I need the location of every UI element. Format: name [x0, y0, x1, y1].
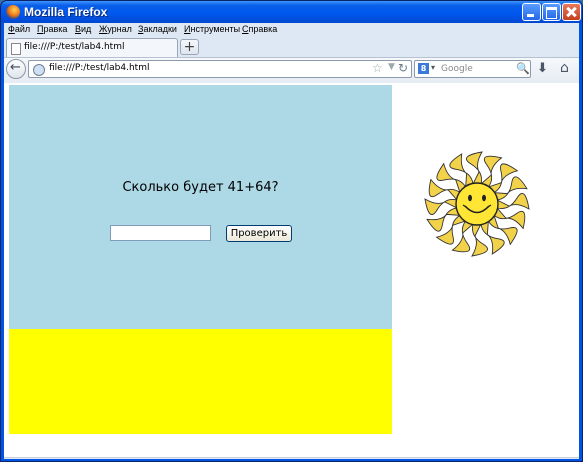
search-bar[interactable]: 8 ▾ Google 🔍 — [414, 60, 531, 78]
browser-window: Mozilla Firefox Файл Правка Вид Журнал З… — [0, 0, 583, 462]
engine-dropdown-icon[interactable]: ▾ — [431, 63, 435, 72]
menu-help[interactable]: Справка — [242, 24, 277, 34]
home-icon[interactable]: ⌂ — [560, 60, 569, 76]
search-icon[interactable]: 🔍 — [516, 62, 530, 75]
menu-edit[interactable]: Правка — [37, 24, 67, 34]
menu-bookmarks[interactable]: Закладки — [138, 24, 177, 34]
minimize-button[interactable] — [522, 3, 541, 21]
search-placeholder: Google — [441, 64, 473, 74]
quiz-panel: Сколько будет 41+64? Проверить — [9, 85, 392, 329]
check-button[interactable]: Проверить — [226, 225, 292, 242]
answer-input[interactable] — [110, 225, 211, 241]
question-text: Сколько будет 41+64? — [122, 180, 279, 195]
maximize-button[interactable] — [542, 3, 561, 21]
menu-file[interactable]: Файл — [8, 24, 30, 34]
menu-tools[interactable]: Инструменты — [184, 24, 240, 34]
title-bar[interactable]: Mozilla Firefox — [1, 1, 582, 23]
google-engine-icon[interactable]: 8 — [418, 63, 429, 74]
yellow-block — [9, 329, 392, 434]
back-button[interactable] — [6, 59, 26, 79]
navigation-bar: file:///P:/test/lab4.html ☆ ▼ ↻ 8 ▾ Goog… — [4, 57, 579, 84]
browser-chrome: Файл Правка Вид Журнал Закладки Инструме… — [4, 23, 579, 459]
firefox-logo-icon — [6, 5, 20, 19]
menu-view[interactable]: Вид — [75, 24, 91, 34]
tab-title: file:///P:/test/lab4.html — [24, 42, 125, 52]
smiling-sun-icon — [424, 151, 530, 257]
globe-icon — [33, 64, 45, 76]
url-bar[interactable]: file:///P:/test/lab4.html ☆ ▼ ↻ — [28, 60, 412, 78]
tab-strip: file:///P:/test/lab4.html + — [4, 37, 579, 57]
page-icon — [11, 43, 21, 55]
page-content: Сколько будет 41+64? Проверить — [4, 83, 579, 458]
downloads-icon[interactable]: ⬇ — [537, 61, 548, 76]
close-button[interactable] — [562, 3, 581, 21]
bookmark-star-icon[interactable]: ☆ — [372, 61, 383, 75]
url-text: file:///P:/test/lab4.html — [49, 63, 150, 73]
reload-icon[interactable]: ↻ — [398, 61, 408, 75]
window-title: Mozilla Firefox — [24, 5, 108, 19]
menu-bar: Файл Правка Вид Журнал Закладки Инструме… — [4, 23, 579, 37]
status-bar — [4, 457, 579, 458]
menu-history[interactable]: Журнал — [99, 24, 132, 34]
new-tab-button[interactable]: + — [180, 39, 199, 55]
tab-lab4[interactable]: file:///P:/test/lab4.html — [6, 38, 178, 57]
url-dropdown-icon[interactable]: ▼ — [388, 62, 395, 72]
